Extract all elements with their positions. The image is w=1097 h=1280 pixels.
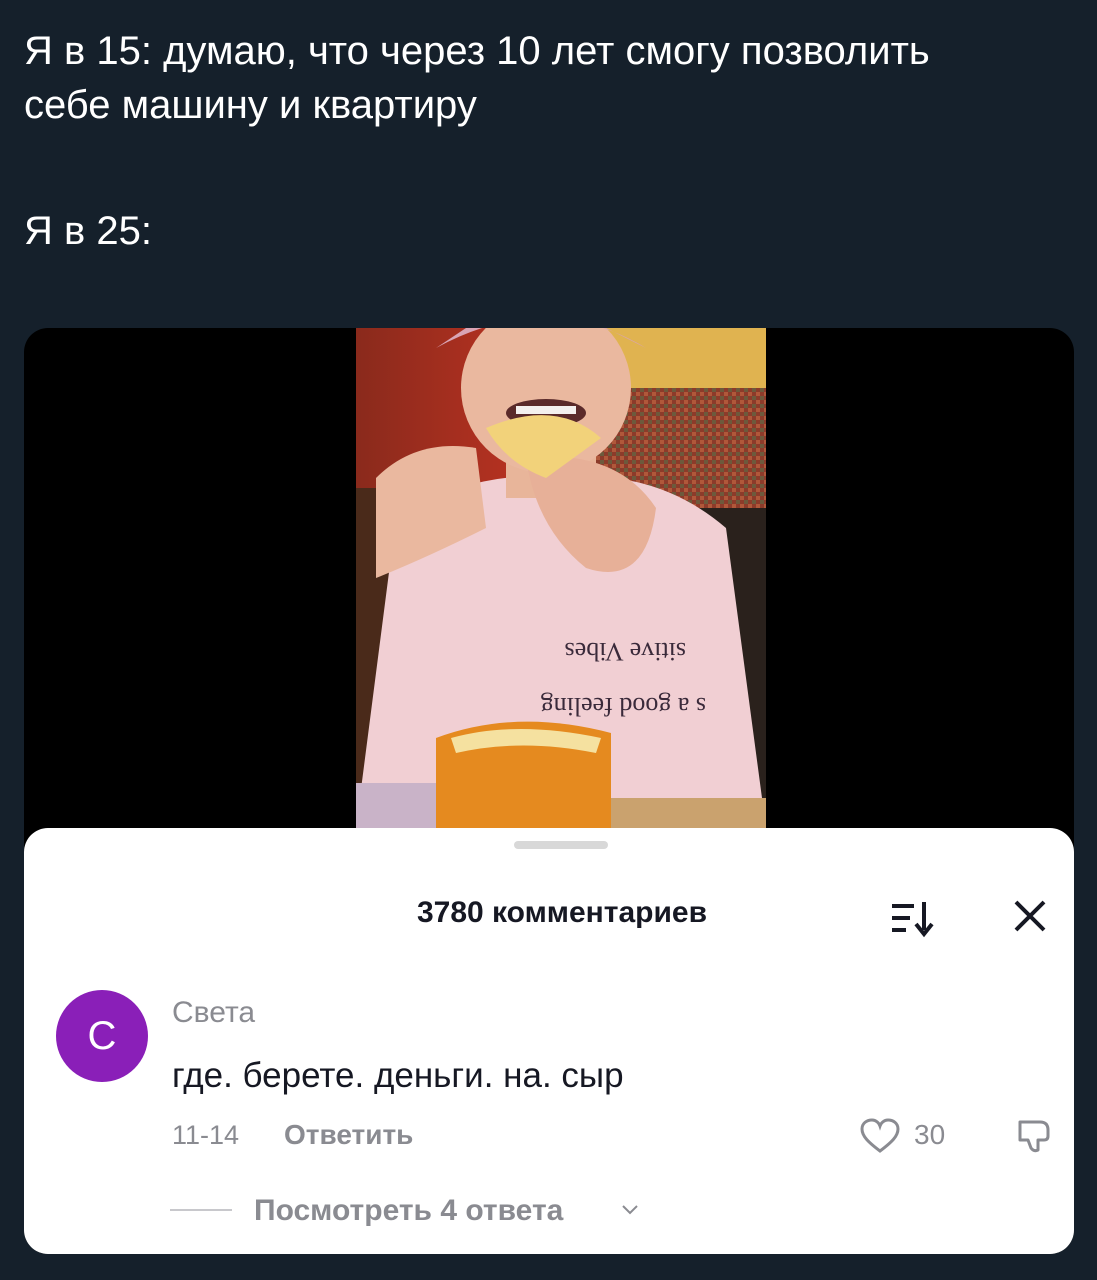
- post-media[interactable]: sitive Vibes s a good feeling 3780 комме…: [24, 328, 1074, 1254]
- post-text: Я в 15: думаю, что через 10 лет смогу по…: [24, 24, 1074, 258]
- post-line-3: Я в 25:: [24, 209, 152, 253]
- view-replies-button[interactable]: Посмотреть 4 ответа: [254, 1194, 563, 1228]
- drag-handle[interactable]: [514, 841, 608, 849]
- reply-button[interactable]: Ответить: [284, 1119, 413, 1151]
- close-icon[interactable]: [1010, 896, 1050, 936]
- avatar[interactable]: С: [56, 990, 148, 1082]
- comments-sheet: 3780 комментариев С Света где. берете. д…: [24, 828, 1074, 1254]
- shirt-text-1: sitive Vibes: [565, 637, 686, 666]
- heart-icon[interactable]: [860, 1118, 900, 1154]
- video-frame[interactable]: sitive Vibes s a good feeling: [356, 328, 766, 828]
- shirt-text-2: s a good feeling: [541, 692, 706, 721]
- comment-author[interactable]: Света: [172, 996, 255, 1030]
- post-gap: [24, 132, 1074, 204]
- like-count: 30: [914, 1119, 946, 1150]
- comment-text: где. берете. деньги. на. сыр: [172, 1056, 624, 1095]
- comment-date: 11-14: [172, 1120, 240, 1150]
- post-line-2: себе машину и квартиру: [24, 83, 477, 127]
- video-scene: sitive Vibes s a good feeling: [356, 328, 766, 828]
- sort-icon[interactable]: [890, 898, 936, 938]
- chevron-down-icon[interactable]: [620, 1203, 640, 1217]
- dislike-icon[interactable]: [1014, 1116, 1054, 1156]
- post-line-1: Я в 15: думаю, что через 10 лет смогу по…: [24, 29, 930, 73]
- replies-divider: [170, 1209, 232, 1211]
